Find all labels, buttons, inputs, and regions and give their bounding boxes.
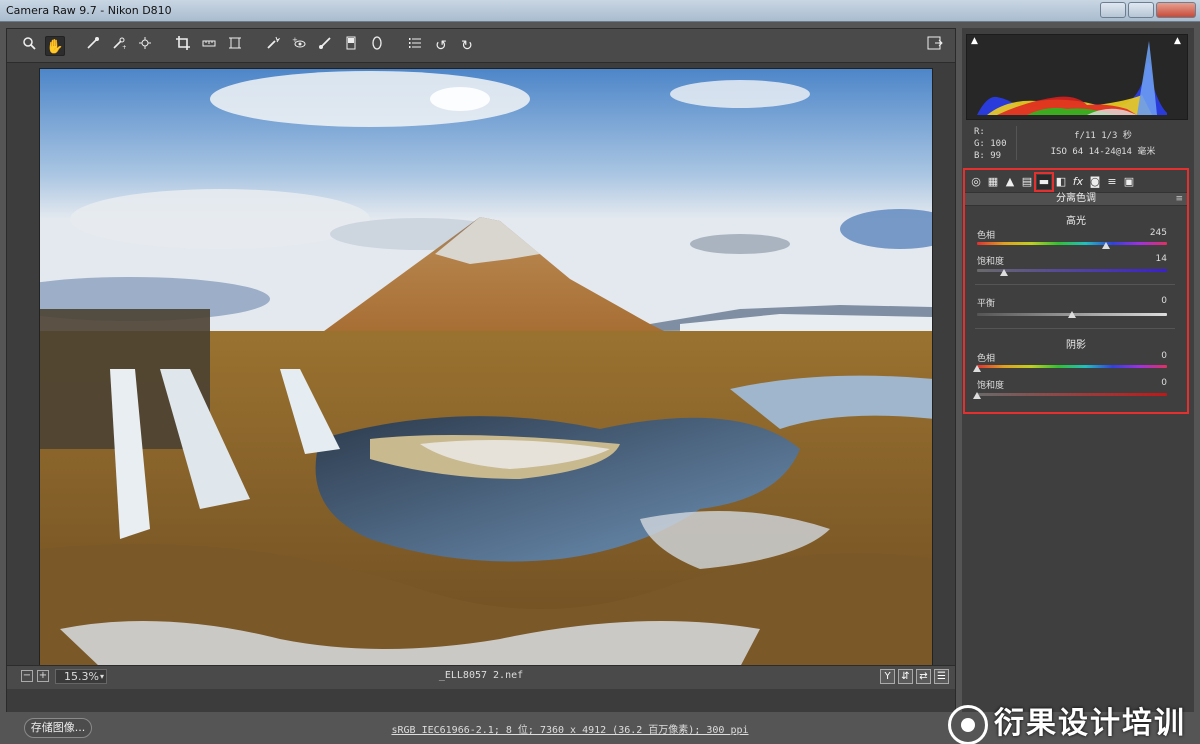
window-controls — [1100, 2, 1196, 18]
landscape-photo[interactable] — [39, 68, 933, 666]
copy-settings-icon[interactable]: ⇄ — [916, 669, 931, 684]
lens-icon[interactable]: ◧ — [1054, 175, 1068, 189]
info-readout: R: G: 100 B: 99 f/11 1/3 秒 ISO 64 14-24@… — [966, 126, 1188, 162]
shadow-clipping-icon[interactable]: ▲ — [971, 37, 980, 46]
svg-text:+: + — [292, 36, 298, 44]
highlight-saturation-value[interactable]: 14 — [1156, 254, 1167, 264]
lens-info: ISO 64 14-24@14 毫米 — [1050, 147, 1156, 157]
watermark-text: 衍果设计培训 — [994, 706, 1186, 741]
highlight-hue-thumb[interactable] — [1102, 242, 1111, 249]
basic-icon[interactable]: ◎ — [969, 175, 983, 189]
fullscreen-icon[interactable] — [925, 36, 945, 56]
toggle-default-icon[interactable]: ☰ — [934, 669, 949, 684]
panel-tabs: ◎ ▦ ▲ ▤ ▬ ◧ fx ◙ ≡ ▣ — [967, 172, 1185, 192]
maximize-button[interactable] — [1128, 2, 1154, 18]
tone-curve-icon[interactable]: ▦ — [986, 175, 1000, 189]
panel-menu-icon[interactable]: ≡ — [1175, 194, 1183, 204]
hsl-icon[interactable]: ▤ — [1020, 175, 1034, 189]
white-balance-icon[interactable] — [83, 36, 103, 56]
status-bar: − + 15.3% ▾ _ELL8057 2.nef Y ⇵ ⇄ ☰ — [7, 665, 955, 689]
title-bar: Camera Raw 9.7 - Nikon D810 — [0, 0, 1200, 22]
radial-filter-icon[interactable] — [367, 35, 387, 56]
snapshots-icon[interactable]: ▣ — [1122, 175, 1136, 189]
split-toning-panel: ◎ ▦ ▲ ▤ ▬ ◧ fx ◙ ≡ ▣ 分离色调 ≡ 高光 色相 245 饱和… — [963, 168, 1189, 414]
presets-icon[interactable]: ≡ — [1105, 175, 1119, 189]
weibo-logo-icon — [948, 704, 988, 744]
highlight-hue-label: 色相 — [977, 231, 996, 241]
swap-settings-icon[interactable]: ⇵ — [898, 669, 913, 684]
divider — [975, 284, 1175, 285]
detail-icon[interactable]: ▲ — [1003, 175, 1017, 189]
view-buttons: Y ⇵ ⇄ ☰ — [880, 669, 949, 684]
rotate-cw-icon[interactable]: ↻ — [457, 36, 477, 56]
bottom-bar: 存储图像... sRGB IEC61966-2.1; 8 位; 7360 x 4… — [0, 704, 1200, 744]
highlight-hue-value[interactable]: 245 — [1150, 228, 1167, 238]
graduated-filter-icon[interactable] — [341, 36, 361, 56]
close-button[interactable] — [1156, 2, 1196, 18]
watermark: 衍果设计培训 — [948, 698, 1186, 744]
minimize-button[interactable] — [1100, 2, 1126, 18]
exposure-info: f/11 1/3 秒 — [1074, 131, 1132, 141]
balance-label: 平衡 — [977, 299, 996, 309]
highlight-saturation-label: 饱和度 — [977, 257, 1005, 267]
window-title: Camera Raw 9.7 - Nikon D810 — [6, 4, 172, 17]
divider — [1016, 126, 1017, 160]
histogram: ▲ ▲ — [966, 34, 1188, 120]
adjustment-brush-icon[interactable] — [315, 36, 335, 56]
crop-icon[interactable] — [173, 35, 193, 56]
preview-area: ✋ + + ↺ ↻ − + 15.3% ▾ _ELL8057 2.nef Y ⇵… — [6, 28, 956, 716]
shadow-saturation-thumb[interactable] — [973, 392, 981, 399]
targeted-adjustment-icon[interactable] — [135, 36, 155, 56]
rotate-ccw-icon[interactable]: ↺ — [431, 36, 451, 56]
shadow-hue-label: 色相 — [977, 354, 996, 364]
balance-thumb[interactable] — [1068, 311, 1076, 318]
preferences-icon[interactable] — [405, 36, 425, 56]
shadow-hue-slider[interactable] — [977, 365, 1167, 368]
rgb-readout: R: G: 100 B: 99 — [974, 126, 1007, 162]
blue-value: B: 99 — [974, 151, 1002, 161]
toolbar: ✋ + + ↺ ↻ — [7, 29, 955, 63]
red-value: R: — [974, 127, 985, 137]
exif-info: f/11 1/3 秒 ISO 64 14-24@14 毫米 — [1028, 128, 1178, 160]
shadow-saturation-label: 饱和度 — [977, 381, 1005, 391]
divider — [975, 328, 1175, 329]
spot-removal-icon[interactable] — [263, 36, 283, 56]
shadow-saturation-slider[interactable] — [977, 393, 1167, 396]
hand-icon[interactable]: ✋ — [45, 35, 65, 56]
svg-text:+: + — [122, 44, 126, 50]
red-eye-icon[interactable]: + — [289, 36, 309, 56]
split-toning-icon[interactable]: ▬ — [1034, 172, 1054, 192]
highlight-clipping-icon[interactable]: ▲ — [1174, 37, 1183, 46]
balance-value[interactable]: 0 — [1161, 296, 1167, 306]
image-canvas — [7, 63, 955, 666]
highlight-saturation-thumb[interactable] — [999, 269, 1008, 276]
before-after-y-icon[interactable]: Y — [880, 669, 895, 684]
camera-raw-dialog: ✋ + + ↺ ↻ − + 15.3% ▾ _ELL8057 2.nef Y ⇵… — [0, 22, 1200, 744]
color-sampler-icon[interactable]: + — [109, 36, 129, 56]
highlight-hue-slider[interactable] — [977, 242, 1167, 245]
file-name: _ELL8057 2.nef — [438, 670, 524, 681]
panel-title: 分离色调 — [965, 192, 1187, 206]
shadows-heading: 阴影 — [1066, 340, 1086, 351]
zoom-icon[interactable] — [19, 36, 39, 56]
camera-calibration-icon[interactable]: ◙ — [1088, 175, 1102, 189]
straighten-icon[interactable] — [199, 36, 219, 56]
green-value: G: 100 — [974, 139, 1007, 149]
transform-icon[interactable] — [225, 36, 245, 56]
shadow-hue-value[interactable]: 0 — [1161, 351, 1167, 361]
fx-icon[interactable]: fx — [1071, 175, 1085, 189]
shadow-saturation-value[interactable]: 0 — [1161, 378, 1167, 388]
shadow-hue-thumb[interactable] — [973, 365, 981, 372]
right-panel: ▲ ▲ R: G: 100 B: 99 f/11 1/3 秒 ISO 64 14… — [962, 28, 1194, 712]
highlights-heading: 高光 — [1066, 216, 1086, 227]
